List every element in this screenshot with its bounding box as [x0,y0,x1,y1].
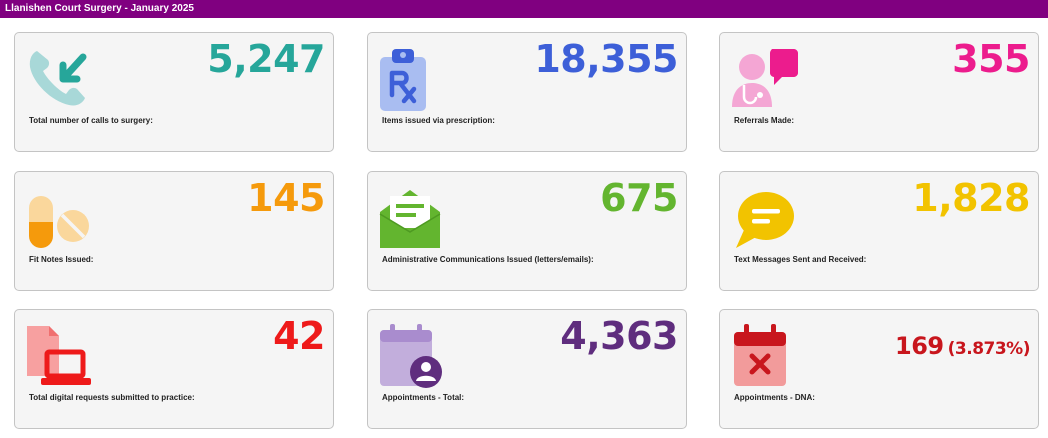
admin-comms-card: 675 Administrative Communications Issued… [367,171,687,291]
prescription-label: Items issued via prescription: [382,116,495,125]
fit-notes-label: Fit Notes Issued: [29,255,94,264]
referrals-value: 355 [952,37,1030,81]
appointments-dna-count: 169 [895,332,944,360]
calls-card: 5,247 Total number of calls to surgery: [14,32,334,152]
prescription-icon [376,43,446,113]
text-messages-value: 1,828 [912,176,1030,220]
page-title: Llanishen Court Surgery - January 2025 [0,0,1048,18]
digital-requests-card: 42 Total digital requests submitted to p… [14,309,334,429]
digital-requests-value: 42 [273,314,325,358]
calendar-cross-icon [728,320,798,390]
text-messages-label: Text Messages Sent and Received: [734,255,867,264]
referrals-card: 355 Referrals Made: [719,32,1039,152]
digital-requests-label: Total digital requests submitted to prac… [29,393,195,402]
referrals-label: Referrals Made: [734,116,795,125]
fit-notes-card: 145 Fit Notes Issued: [14,171,334,291]
chat-bubble-icon [728,182,798,252]
appointments-total-label: Appointments - Total: [382,393,465,402]
phone-incoming-icon [23,43,93,113]
envelope-open-icon [376,182,446,252]
admin-comms-value: 675 [600,176,678,220]
appointments-dna-card: 169 (3.873%) Appointments - DNA: [719,309,1039,429]
text-messages-card: 1,828 Text Messages Sent and Received: [719,171,1039,291]
appointments-dna-label: Appointments - DNA: [734,393,815,402]
calendar-person-icon [376,320,446,390]
appointments-total-value: 4,363 [560,314,678,358]
prescription-card: 18,355 Items issued via prescription: [367,32,687,152]
fit-notes-value: 145 [247,176,325,220]
appointments-dna-percentage: (3.873%) [947,339,1031,359]
prescription-value: 18,355 [534,37,678,81]
calls-value: 5,247 [207,37,325,81]
laptop-document-icon [23,320,93,390]
pills-icon [23,182,93,252]
calls-label: Total number of calls to surgery: [29,116,153,125]
doctor-chat-icon [728,43,798,113]
admin-comms-label: Administrative Communications Issued (le… [382,255,594,264]
appointments-dna-value: 169 (3.873%) [895,322,1030,373]
appointments-total-card: 4,363 Appointments - Total: [367,309,687,429]
